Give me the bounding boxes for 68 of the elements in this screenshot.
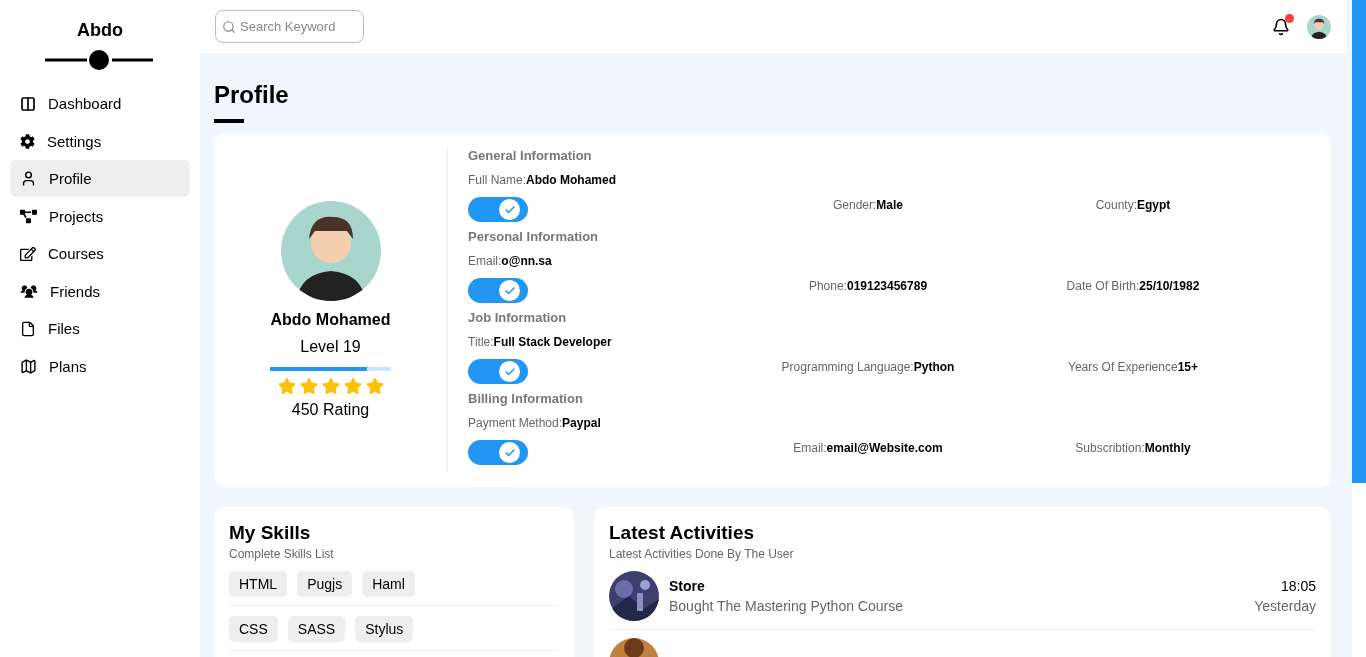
level-text: Level 19: [300, 338, 361, 356]
star-icon: [343, 377, 362, 395]
info-field: Gender:Male: [718, 198, 1018, 212]
section-title: Job Information: [468, 310, 568, 325]
card-title: Latest Activities: [609, 522, 755, 544]
file-icon: [20, 320, 36, 337]
star-icon: [299, 377, 318, 395]
info-field: Title:Full Stack Developer: [468, 335, 718, 349]
info-field: Programming Language:Python: [718, 360, 1018, 374]
diagram-icon: [20, 207, 37, 225]
activity-description: Bought The Mastering Python Course: [669, 598, 904, 614]
check-icon: [503, 446, 516, 459]
info-field: Subscribtion:Monthly: [1018, 441, 1248, 455]
info-field: Payment Method:Paypal: [468, 416, 718, 430]
star-icon: [277, 377, 296, 395]
brand-name: Abdo: [76, 20, 124, 41]
info-field: County:Egypt: [1018, 198, 1248, 212]
skill-tag: Pugjs: [297, 571, 353, 597]
divider-ornament-icon: [45, 49, 155, 71]
sidebar-item[interactable]: Dashboard: [10, 85, 190, 122]
info-field: Years Of Experience15+: [1018, 360, 1248, 374]
check-icon: [503, 203, 516, 216]
toggle-switch[interactable]: [468, 197, 528, 222]
skill-tag: SASS: [287, 616, 346, 642]
card-subtitle: Latest Activities Done By The User: [609, 547, 795, 561]
user-icon: [20, 170, 37, 187]
sidebar-item[interactable]: Friends: [10, 272, 190, 310]
map-icon: [20, 357, 37, 375]
info-field: Email:email@Website.com: [718, 441, 1018, 455]
skill-tag: HTML: [229, 571, 288, 597]
info-field: Full Name:Abdo Mohamed: [468, 173, 718, 187]
card-subtitle: Complete Skills List: [229, 547, 335, 561]
activity-title: Store: [669, 578, 706, 594]
info-field: Date Of Birth:25/10/1982: [1018, 279, 1248, 293]
check-icon: [503, 284, 516, 297]
info-field: Email:o@nn.sa: [468, 254, 718, 268]
section-title: Billing Information: [468, 391, 584, 406]
settings-icon: [20, 133, 35, 149]
group-icon: [20, 282, 38, 300]
sidebar-item[interactable]: Files: [10, 310, 190, 347]
section-title: Personal Information: [468, 229, 600, 244]
section-title: General Information: [468, 148, 593, 163]
sidebar-item[interactable]: Profile: [10, 160, 190, 197]
skill-tag: CSS: [229, 616, 278, 642]
sidebar-item[interactable]: Plans: [10, 347, 190, 385]
star-icon: [321, 377, 340, 395]
columns-icon: [20, 95, 36, 112]
toggle-switch[interactable]: [468, 278, 528, 303]
star-icon: [365, 377, 384, 395]
check-icon: [503, 365, 516, 378]
activity-day: Yesterday: [1254, 598, 1316, 614]
sidebar-item[interactable]: Projects: [10, 197, 190, 235]
toggle-switch[interactable]: [468, 440, 528, 465]
search-field[interactable]: Search Keyword: [215, 10, 364, 43]
sidebar-item[interactable]: Courses: [10, 235, 190, 272]
skill-tag: Stylus: [355, 616, 414, 642]
info-field: Phone:019123456789: [718, 279, 1018, 293]
rating-text: 450 Rating: [291, 401, 370, 419]
edit-icon: [20, 245, 36, 262]
skill-tag: Haml: [362, 571, 415, 597]
scrollbar[interactable]: [1352, 0, 1366, 657]
sidebar-item[interactable]: Settings: [10, 122, 190, 160]
profile-name: Abdo Mohamed: [270, 311, 391, 329]
card-title: My Skills: [229, 522, 312, 544]
avatar: [1307, 14, 1331, 39]
toggle-switch[interactable]: [468, 359, 528, 384]
page-title: Profile: [214, 81, 289, 110]
activity-time: 18:05: [1280, 578, 1316, 594]
